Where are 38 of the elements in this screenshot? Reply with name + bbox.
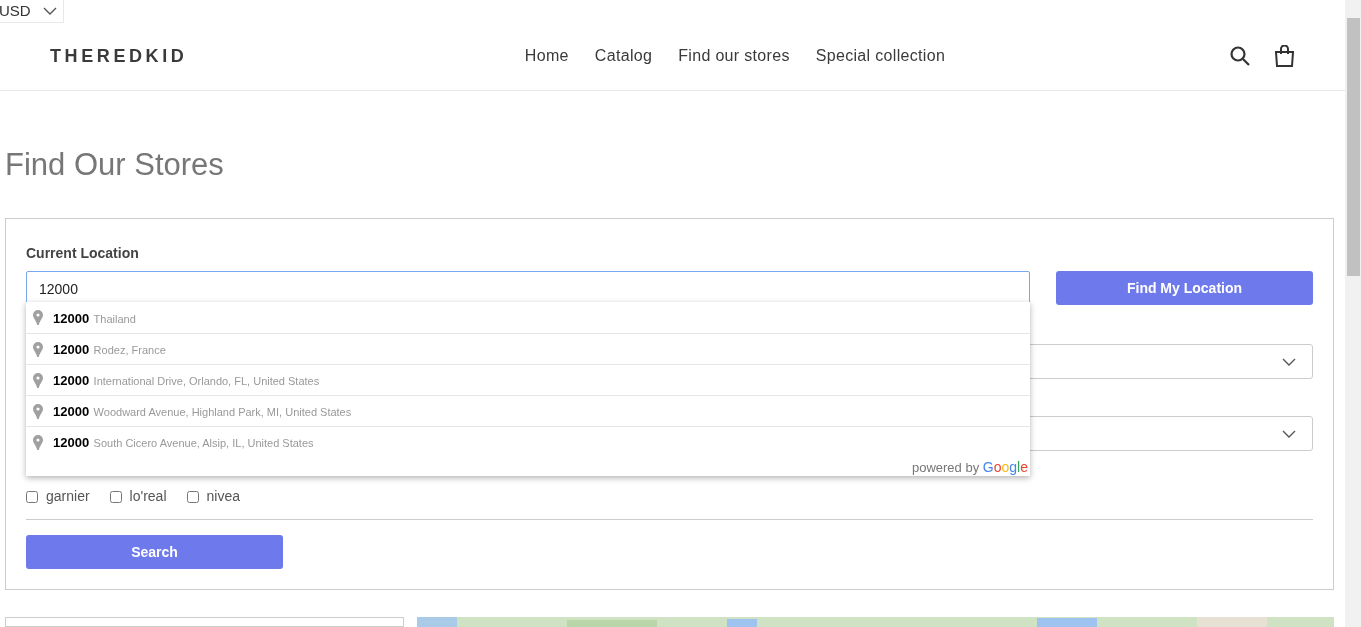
suggestion-item[interactable]: 12000 South Cicero Avenue, Alsip, IL, United States	[26, 426, 1030, 457]
search-button[interactable]: Search	[26, 535, 283, 569]
chevron-down-icon	[42, 7, 57, 15]
search-icon[interactable]	[1230, 46, 1250, 66]
suggestion-text: 12000 Thailand	[53, 309, 136, 328]
google-attribution: powered by Google	[911, 457, 1028, 477]
suggestion-item[interactable]: 12000 International Drive, Orlando, FL, United States	[26, 364, 1030, 395]
map-pin-icon	[33, 372, 43, 388]
map-pin-icon	[33, 403, 43, 419]
suggestion-item[interactable]: 12000 Rodez, France	[26, 333, 1030, 364]
chevron-down-icon	[1282, 429, 1296, 438]
suggestion-text: 12000 Rodez, France	[53, 341, 166, 359]
page-title: Find Our Stores	[5, 149, 225, 180]
find-location-button[interactable]: Find My Location	[1056, 271, 1313, 305]
suggestion-text: 12000 International Drive, Orlando, FL, United States	[53, 372, 320, 390]
nav-link[interactable]: Special collection	[815, 44, 946, 68]
field-label: Current Location	[26, 244, 140, 263]
suggestion-text: 12000 South Cicero Avenue, Alsip, IL, United States	[53, 434, 314, 452]
nav-link[interactable]: Find our stores	[678, 44, 790, 68]
checkbox-label: garnier	[46, 487, 90, 506]
shopping-bag-icon[interactable]	[1274, 45, 1295, 67]
checkbox-label: lo'real	[129, 487, 167, 506]
suggestion-item[interactable]: 12000 Woodward Avenue, Highland Park, MI, United States	[26, 395, 1030, 426]
brand-checkbox[interactable]	[186, 490, 199, 503]
currency-selector[interactable]: USD	[0, 0, 64, 23]
scrollbar-thumb[interactable]	[1346, 18, 1360, 276]
map-pin-icon	[33, 310, 43, 325]
scrollbar[interactable]	[1345, 0, 1361, 627]
map-pin-icon	[33, 434, 43, 450]
nav-link[interactable]: Home	[524, 44, 569, 68]
brand-checkbox[interactable]	[26, 490, 38, 503]
chevron-down-icon	[1282, 357, 1296, 366]
nav-link[interactable]: Catalog	[594, 44, 653, 68]
map-pin-icon	[33, 341, 43, 357]
store-logo[interactable]: THEREDKID	[50, 42, 310, 70]
checkbox-label: nivea	[206, 487, 240, 506]
brand-checkbox[interactable]	[109, 490, 122, 503]
suggestion-text: 12000 Woodward Avenue, Highland Park, MI, United States	[53, 403, 352, 421]
